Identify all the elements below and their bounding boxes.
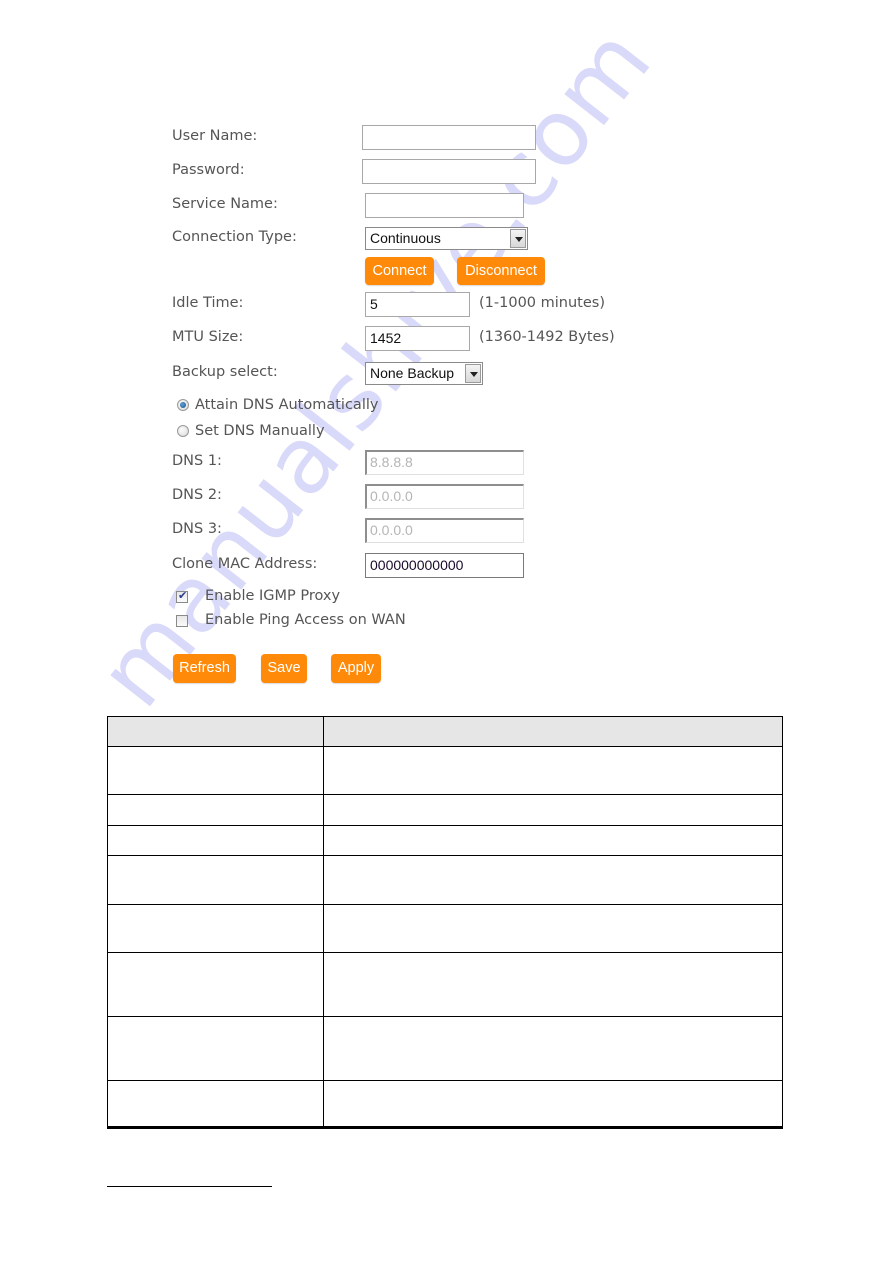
igmp-proxy-checkbox[interactable] [176, 589, 188, 603]
table-cell [323, 1016, 783, 1081]
idle-time-hint: (1-1000 minutes) [479, 295, 605, 311]
table-cell [323, 794, 783, 826]
table-cell [323, 855, 783, 905]
dns3-label: DNS 3: [172, 521, 222, 537]
dns2-label: DNS 2: [172, 487, 222, 503]
manual-dns-label: Set DNS Manually [195, 423, 325, 439]
table-row [107, 855, 783, 905]
connection-type-label: Connection Type: [172, 229, 297, 245]
table-cell [323, 904, 783, 953]
username-input[interactable] [362, 125, 536, 150]
mtu-size-input[interactable]: 1452 [365, 326, 470, 351]
backup-select-label: Backup select: [172, 364, 278, 380]
password-input[interactable] [362, 159, 536, 184]
table-cell [107, 746, 324, 795]
table-cell [107, 855, 324, 905]
table-cell [323, 825, 783, 856]
dns2-input[interactable]: 0.0.0.0 [365, 484, 524, 509]
attain-dns-label: Attain DNS Automatically [195, 397, 379, 413]
table-row [107, 952, 783, 1017]
table-row [107, 904, 783, 953]
refresh-button[interactable]: Refresh [173, 654, 236, 683]
backup-select-value: None Backup [370, 365, 455, 381]
connection-type-value: Continuous [370, 230, 441, 246]
table-cell [107, 1080, 324, 1129]
table-header-cell [107, 716, 324, 747]
idle-time-label: Idle Time: [172, 295, 244, 311]
table-cell [323, 1080, 783, 1129]
ping-wan-label: Enable Ping Access on WAN [205, 612, 406, 628]
table-cell [323, 746, 783, 795]
chevron-down-icon[interactable] [510, 229, 526, 248]
dns1-label: DNS 1: [172, 453, 222, 469]
clone-mac-label: Clone MAC Address: [172, 556, 318, 572]
table-row [107, 794, 783, 826]
disconnect-button[interactable]: Disconnect [457, 257, 545, 285]
chevron-down-icon[interactable] [465, 364, 481, 383]
connection-type-select[interactable]: Continuous [365, 227, 528, 250]
mtu-size-label: MTU Size: [172, 329, 244, 345]
manual-dns-radio[interactable] [177, 425, 189, 437]
table-cell [107, 1016, 324, 1081]
table-header-row [107, 716, 783, 747]
description-table [107, 716, 783, 1129]
username-label: User Name: [172, 128, 258, 144]
ping-wan-checkbox[interactable] [176, 615, 188, 627]
table-row [107, 746, 783, 795]
idle-time-input[interactable]: 5 [365, 292, 470, 317]
dns1-input[interactable]: 8.8.8.8 [365, 450, 524, 475]
table-cell [107, 952, 324, 1017]
table-row [107, 1016, 783, 1081]
table-header-cell [323, 716, 783, 747]
table-row [107, 1080, 783, 1129]
service-name-label: Service Name: [172, 196, 278, 212]
table-row [107, 825, 783, 856]
service-name-input[interactable] [365, 193, 524, 218]
connect-button[interactable]: Connect [365, 257, 434, 285]
dns3-input[interactable]: 0.0.0.0 [365, 518, 524, 543]
igmp-proxy-label: Enable IGMP Proxy [205, 588, 341, 604]
backup-select[interactable]: None Backup [365, 362, 483, 385]
mtu-size-hint: (1360-1492 Bytes) [479, 329, 615, 345]
footnote-separator [107, 1186, 272, 1187]
save-button[interactable]: Save [261, 654, 307, 683]
password-label: Password: [172, 162, 245, 178]
table-cell [107, 825, 324, 856]
apply-button[interactable]: Apply [331, 654, 381, 683]
clone-mac-input[interactable]: 000000000000 [365, 553, 524, 578]
table-cell [323, 952, 783, 1017]
attain-dns-radio[interactable] [177, 399, 189, 411]
table-cell [107, 904, 324, 953]
table-cell [107, 794, 324, 826]
